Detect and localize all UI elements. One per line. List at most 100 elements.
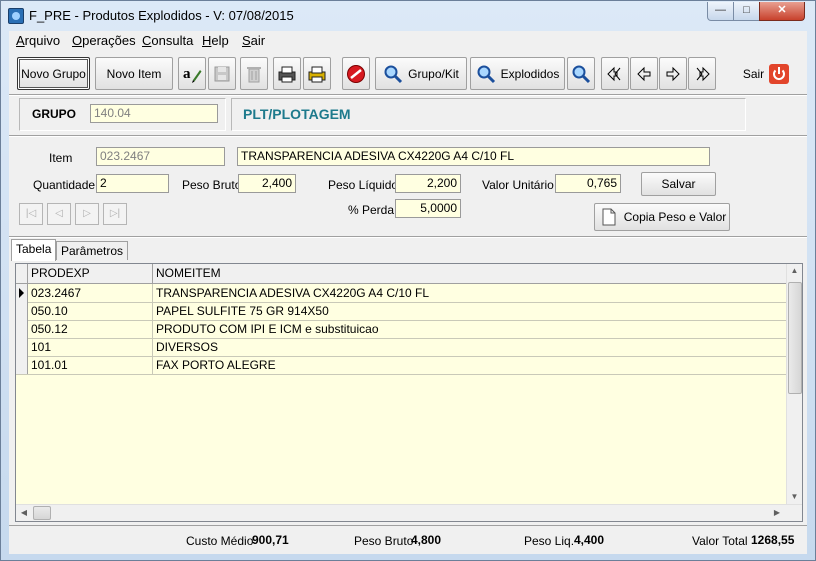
title-bar[interactable]: F_PRE - Produtos Explodidos - V: 07/08/2… [1,1,815,31]
quantidade-field[interactable]: 2 [96,174,169,193]
novo-grupo-button[interactable]: Novo Grupo [17,57,90,90]
valor-unitario-label: Valor Unitário [482,178,554,192]
grupo-name: PLT/PLOTAGEM [243,106,351,122]
scroll-up-icon[interactable]: ▲ [787,266,802,275]
explodidos-button[interactable]: Explodidos [470,57,565,90]
cell-prodexp[interactable]: 023.2467 [28,284,153,302]
menu-operacoes[interactable]: Operações [72,33,136,48]
arrow-right-icon [663,64,683,84]
cell-nomeitem[interactable]: PRODUTO COM IPI E ICM e substituicao [153,320,787,338]
double-arrow-right-icon [692,64,712,84]
valor-total-label: Valor Total [692,534,748,548]
stop-icon [346,64,366,84]
table-row[interactable]: 050.12 PRODUTO COM IPI E ICM e substitui… [16,320,787,339]
column-header-prodexp[interactable]: PRODEXP [28,264,153,283]
first-item-button[interactable]: |◁ [19,203,43,225]
delete-button[interactable] [240,57,268,90]
prev-record-button[interactable] [630,57,658,90]
data-grid[interactable]: PRODEXP NOMEITEM 023.2467 TRANSPARENCIA … [15,263,803,522]
window-title: F_PRE - Produtos Explodidos - V: 07/08/2… [29,8,294,23]
horizontal-scrollbar[interactable]: ◀ ▶ [16,504,802,521]
novo-item-label: Novo Item [106,66,162,81]
cell-nomeitem[interactable]: DIVERSOS [153,338,787,356]
perda-field[interactable]: 5,0000 [395,199,461,218]
custo-medio-label: Custo Médio [186,534,254,548]
header-indicator [16,264,28,283]
column-header-nomeitem[interactable]: NOMEITEM [153,264,787,283]
menu-consulta[interactable]: Consulta [142,33,193,48]
menu-consulta-label: onsulta [151,33,194,48]
cancel-button[interactable] [342,57,370,90]
custo-medio-value: 900,71 [252,533,289,547]
peso-bruto-label: Peso Bruto [182,178,242,192]
item-label: Item [49,151,73,165]
menu-help[interactable]: Help [202,33,229,48]
power-icon [769,63,790,84]
printer-color-icon [307,64,327,84]
peso-bruto-field[interactable]: 2,400 [238,174,296,193]
search-button[interactable] [567,57,595,90]
scroll-left-icon[interactable]: ◀ [18,508,30,517]
cell-nomeitem[interactable]: TRANSPARENCIA ADESIVA CX4220G A4 C/10 FL [153,284,787,302]
vertical-scrollbar[interactable]: ▲ ▼ [786,264,802,505]
divider [9,237,807,238]
close-button[interactable]: ✕ [759,2,805,21]
save-button[interactable] [208,57,236,90]
peso-bruto-total-value: 4,800 [411,533,442,547]
table-row[interactable]: 101 DIVERSOS [16,338,787,357]
cell-nomeitem[interactable]: PAPEL SULFITE 75 GR 914X50 [153,302,787,320]
menu-arquivo[interactable]: Arquivo [16,33,60,48]
main-window: F_PRE - Produtos Explodidos - V: 07/08/2… [0,0,816,561]
first-record-button[interactable] [601,57,629,90]
item-code-field[interactable]: 023.2467 [96,147,225,166]
copy-document-icon [598,207,618,227]
peso-liquido-field[interactable]: 2,200 [395,174,461,193]
table-row[interactable]: 101.01 FAX PORTO ALEGRE [16,356,787,375]
table-row[interactable]: 050.10 PAPEL SULFITE 75 GR 914X50 [16,302,787,321]
last-record-button[interactable] [688,57,716,90]
salvar-label: Salvar [661,177,696,191]
cell-prodexp[interactable]: 050.12 [28,320,153,338]
salvar-button[interactable]: Salvar [641,172,716,196]
sair-button[interactable]: Sair [737,57,795,90]
cell-prodexp[interactable]: 101.01 [28,356,153,374]
minimize-button[interactable]: — [707,2,734,21]
menu-help-mnemonic: H [202,33,212,48]
vertical-scroll-thumb[interactable] [788,282,802,394]
floppy-disk-icon [212,64,232,84]
edit-button[interactable]: a [178,57,206,90]
last-item-button[interactable]: ▷| [103,203,127,225]
magnifier-icon [476,64,496,84]
menu-sair-label: air [250,33,266,48]
table-row[interactable]: 023.2467 TRANSPARENCIA ADESIVA CX4220G A… [16,284,787,303]
print-button[interactable] [273,57,301,90]
tab-parametros[interactable]: Parâmetros [56,241,129,260]
print-preview-button[interactable] [303,57,331,90]
grupo-kit-button[interactable]: Grupo/Kit [375,57,467,90]
next-record-button[interactable] [659,57,687,90]
edit-text-icon: a [182,64,202,84]
scroll-right-icon[interactable]: ▶ [771,508,783,517]
perda-label: % Perda [348,203,395,217]
arrow-left-icon [634,64,654,84]
app-icon [8,8,24,24]
item-description-field[interactable]: TRANSPARENCIA ADESIVA CX4220G A4 C/10 FL [237,147,710,166]
horizontal-scroll-thumb[interactable] [33,506,51,520]
novo-item-button[interactable]: Novo Item [95,57,173,90]
prev-item-button[interactable]: ◁ [47,203,71,225]
menu-sair[interactable]: Sair [242,33,265,48]
cell-prodexp[interactable]: 050.10 [28,302,153,320]
menu-bar: Arquivo Operações Consulta Help Sair [9,31,807,50]
cell-nomeitem[interactable]: FAX PORTO ALEGRE [153,356,787,374]
cell-prodexp[interactable]: 101 [28,338,153,356]
tab-tabela[interactable]: Tabela [11,239,57,261]
grupo-code-field[interactable]: 140.04 [90,104,218,123]
trash-icon [244,64,264,84]
valor-unitario-field[interactable]: 0,765 [555,174,621,193]
peso-liquido-label: Peso Líquido [328,178,399,192]
next-item-button[interactable]: ▷ [75,203,99,225]
scroll-down-icon[interactable]: ▼ [787,492,802,501]
maximize-button[interactable]: □ [733,2,760,21]
status-bar: Custo Médio 900,71 Peso Bruto 4,800 Peso… [9,526,807,554]
copia-peso-valor-button[interactable]: Copia Peso e Valor [594,203,730,231]
